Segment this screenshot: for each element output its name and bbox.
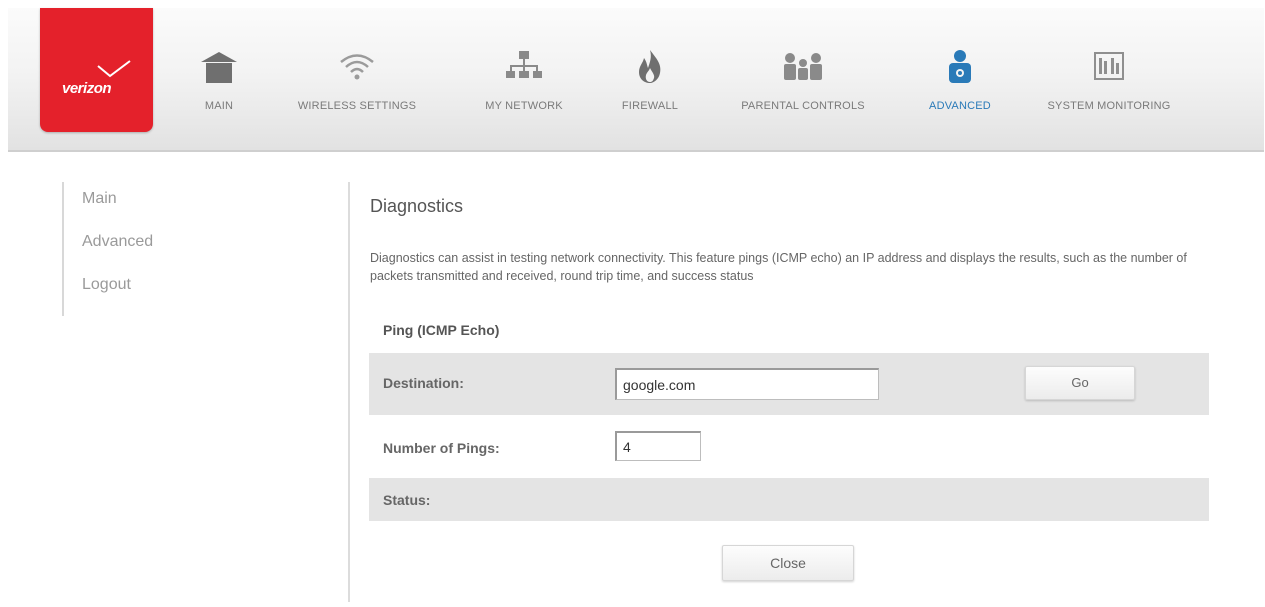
destination-input[interactable] <box>615 368 879 400</box>
nav-firewall-label: FIREWALL <box>621 100 679 112</box>
nav-parental-controls-label: PARENTAL CONTROLS <box>741 100 865 112</box>
nav-main[interactable]: MAIN <box>194 48 244 112</box>
network-icon <box>506 51 542 78</box>
sidebar-item-advanced[interactable]: Advanced <box>82 233 153 251</box>
content-divider <box>348 182 350 602</box>
nav-advanced[interactable]: ADVANCED <box>910 48 1010 112</box>
nav-my-network-label: MY NETWORK <box>485 100 563 112</box>
advanced-user-icon <box>949 50 971 83</box>
top-header: verizon MAIN WIRELESS SETTINGS MY NETWOR… <box>8 8 1264 152</box>
number-of-pings-label: Number of Pings: <box>383 440 500 456</box>
sidebar: Main Advanced Logout <box>62 182 224 316</box>
close-button[interactable]: Close <box>722 545 854 581</box>
number-of-pings-input[interactable] <box>615 431 701 461</box>
nav-firewall[interactable]: FIREWALL <box>610 48 690 112</box>
verizon-logo[interactable]: verizon <box>40 8 153 132</box>
status-row: Status: <box>369 478 1209 521</box>
page-title: Diagnostics <box>370 196 464 216</box>
nav-advanced-label: ADVANCED <box>929 100 991 112</box>
sidebar-item-logout[interactable]: Logout <box>82 276 131 294</box>
section-title: Ping (ICMP Echo) <box>383 322 500 338</box>
go-button[interactable]: Go <box>1025 366 1135 400</box>
page-description: Diagnostics can assist in testing networ… <box>370 251 1187 283</box>
nav-my-network[interactable]: MY NETWORK <box>472 48 576 112</box>
nav-main-label: MAIN <box>204 100 234 112</box>
nav-system-monitoring-label: SYSTEM MONITORING <box>1047 100 1171 112</box>
number-of-pings-row: Number of Pings: <box>369 415 1209 477</box>
nav-system-monitoring[interactable]: SYSTEM MONITORING <box>1028 48 1190 112</box>
wifi-icon <box>340 54 374 80</box>
sidebar-item-main[interactable]: Main <box>82 190 117 208</box>
flame-icon <box>639 50 661 83</box>
logo-text: verizon <box>62 80 112 97</box>
family-icon <box>784 53 822 80</box>
destination-row: Destination: Go <box>369 353 1209 415</box>
monitor-icon <box>1094 52 1124 80</box>
nav-parental-controls[interactable]: PARENTAL CONTROLS <box>720 48 886 112</box>
logo-checkmark-icon <box>97 60 131 78</box>
destination-label: Destination: <box>383 375 464 391</box>
home-icon <box>201 52 237 83</box>
nav-wireless-settings[interactable]: WIRELESS SETTINGS <box>282 48 432 112</box>
status-label: Status: <box>383 492 431 508</box>
nav-wireless-settings-label: WIRELESS SETTINGS <box>297 100 417 112</box>
